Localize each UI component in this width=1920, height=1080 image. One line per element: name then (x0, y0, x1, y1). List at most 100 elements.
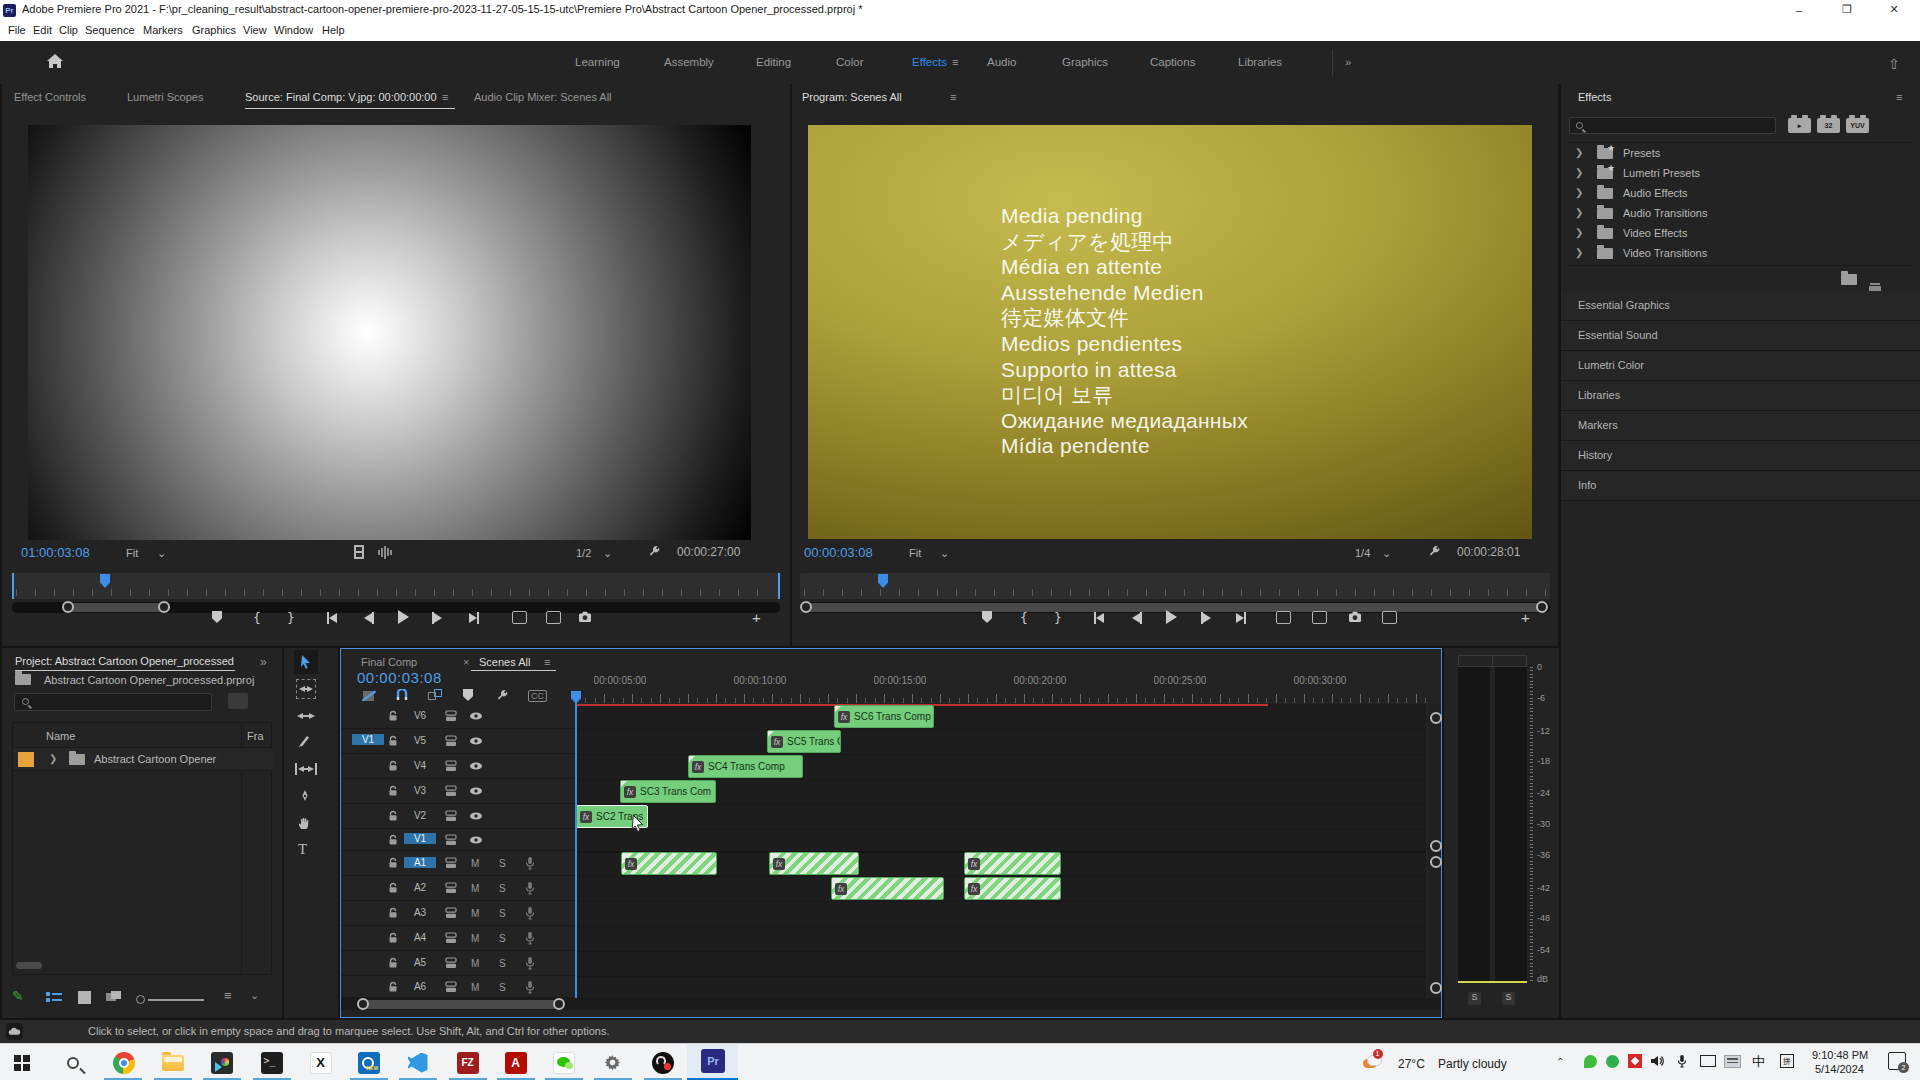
new-custom-bin-icon[interactable] (1841, 274, 1857, 285)
source-playhead[interactable] (100, 574, 110, 588)
program-mark-in-button[interactable]: { (1020, 610, 1028, 625)
lock-icon[interactable] (387, 957, 399, 969)
toggle-track-output-eye-icon[interactable] (469, 835, 483, 845)
timeline-ruler[interactable]: 00:00:05:00 00:00:10:00 00:00:15:00 00:0… (576, 673, 1426, 704)
workspace-tab-color[interactable]: Color (836, 56, 863, 68)
program-goto-out-button[interactable] (1236, 612, 1246, 624)
sync-lock-icon[interactable] (444, 710, 458, 722)
mute-button[interactable]: M (471, 908, 479, 919)
workspace-overflow-chevrons[interactable]: » (1345, 56, 1351, 68)
project-col-frame[interactable]: Fra (247, 730, 264, 742)
track-name-v3[interactable]: V3 (404, 785, 436, 796)
program-zoom-handle-right[interactable] (1536, 601, 1548, 613)
effects-bin-video-effects[interactable]: ❯Video Effects (1569, 223, 1912, 243)
tray-display-icon[interactable] (1700, 1055, 1716, 1067)
project-item-expand-icon[interactable]: ❯ (49, 753, 57, 764)
audio-clip-a1-1[interactable]: fx (621, 852, 717, 875)
terminal-color-icon[interactable] (209, 1050, 234, 1075)
lock-icon[interactable] (387, 907, 399, 919)
toggle-track-output-eye-icon[interactable] (469, 711, 483, 721)
source-goto-out-button[interactable] (469, 612, 479, 624)
menu-window[interactable]: Window (274, 24, 313, 36)
tab-effects[interactable]: Effects (1578, 91, 1611, 103)
effects-panel-menu-icon[interactable]: ≡ (1896, 91, 1902, 103)
sync-lock-icon[interactable] (444, 735, 458, 747)
workspace-tab-libraries[interactable]: Libraries (1238, 56, 1282, 68)
timeline-tab-menu-icon[interactable]: ≡ (544, 656, 550, 668)
track-name-v2[interactable]: V2 (404, 810, 436, 821)
creative-cloud-icon[interactable] (6, 1023, 23, 1040)
captions-cc-icon[interactable]: CC (528, 690, 547, 702)
timeline-settings-wrench-icon[interactable] (496, 689, 510, 703)
audio-clip-a2-2[interactable]: fx (964, 877, 1061, 900)
sync-lock-icon[interactable] (444, 907, 458, 919)
home-icon[interactable] (46, 53, 64, 69)
track-name-a1[interactable]: A1 (404, 857, 436, 868)
linked-selection-icon[interactable] (427, 689, 443, 703)
accelerated-effects-icon[interactable]: ▸ (1788, 118, 1811, 133)
weather-temp[interactable]: 27°C (1398, 1057, 1425, 1071)
panel-libraries[interactable]: Libraries (1561, 381, 1920, 411)
tray-ime-icon[interactable]: 中 (1752, 1053, 1765, 1071)
panel-history[interactable]: History (1561, 441, 1920, 471)
project-search-input[interactable] (14, 693, 212, 711)
source-video-frame[interactable] (28, 125, 751, 540)
tool-hand[interactable] (297, 816, 311, 830)
solo-button[interactable]: S (499, 958, 506, 969)
project-item-label[interactable]: Abstract Cartoon Opener (94, 753, 216, 765)
tool-razor[interactable] (297, 734, 311, 748)
timeline-vscroll[interactable] (1428, 704, 1441, 998)
tool-selection[interactable] (294, 650, 318, 674)
tray-touchpad-icon[interactable] (1724, 1055, 1741, 1068)
audio-clip-a2-1[interactable]: fx (831, 877, 944, 900)
lock-icon[interactable] (387, 981, 399, 993)
project-list-view-icon[interactable] (46, 992, 62, 1004)
solo-button[interactable]: S (499, 883, 506, 894)
source-overwrite-button[interactable] (546, 611, 561, 624)
menu-clip[interactable]: Clip (59, 24, 78, 36)
project-freeform-view-icon[interactable] (106, 991, 122, 1004)
track-name-a2[interactable]: A2 (404, 882, 436, 893)
voiceover-mic-icon[interactable] (524, 980, 536, 994)
mute-button[interactable]: M (471, 933, 479, 944)
start-button[interactable] (9, 1050, 34, 1075)
effects-bin-audio-transitions[interactable]: ❯Audio Transitions (1569, 203, 1912, 223)
acrobat-icon[interactable]: A (503, 1050, 528, 1075)
close-button[interactable]: ✕ (1879, 0, 1909, 19)
track-name-v5[interactable]: V5 (404, 735, 436, 746)
taskbar-search-icon[interactable] (60, 1050, 85, 1075)
program-scrub-bar[interactable] (800, 573, 1550, 599)
panel-essential-graphics[interactable]: Essential Graphics (1561, 291, 1920, 321)
panel-info[interactable]: Info (1561, 471, 1920, 501)
source-export-frame-icon[interactable] (578, 611, 592, 623)
source-tab-menu-icon[interactable]: ≡ (442, 91, 448, 103)
toggle-track-output-eye-icon[interactable] (469, 736, 483, 746)
mute-button[interactable]: M (471, 982, 479, 993)
tray-ime2-icon[interactable]: 拼 (1780, 1054, 1794, 1068)
project-sort-icon[interactable]: ≡ (224, 988, 232, 1003)
source-mark-out-button[interactable]: } (287, 610, 295, 625)
weather-text[interactable]: Partly cloudy (1438, 1057, 1507, 1071)
project-item-row[interactable]: ❯ Abstract Cartoon Opener (13, 748, 273, 771)
tool-pen[interactable] (298, 789, 312, 803)
program-mark-out-button[interactable]: } (1054, 610, 1062, 625)
sync-lock-icon[interactable] (444, 932, 458, 944)
sync-lock-icon[interactable] (444, 810, 458, 822)
workspace-tab-graphics[interactable]: Graphics (1062, 56, 1108, 68)
premiere-taskbar-highlight[interactable]: Pr (687, 1044, 738, 1078)
tab-project[interactable]: Project: Abstract Cartoon Opener_process… (15, 655, 234, 667)
program-comparison-view-button[interactable] (1382, 611, 1397, 624)
snap-magnet-icon[interactable] (395, 689, 409, 703)
wechat-icon[interactable] (551, 1050, 576, 1075)
solo-button[interactable]: S (499, 908, 506, 919)
capcut-icon[interactable]: X (308, 1050, 333, 1075)
track-name-a5[interactable]: A5 (404, 957, 436, 968)
panel-lumetri-color[interactable]: Lumetri Color (1561, 351, 1920, 381)
program-play-button[interactable] (1166, 610, 1177, 624)
maximize-button[interactable]: ❐ (1832, 0, 1862, 19)
settings-gear-icon[interactable] (600, 1050, 625, 1075)
program-extract-button[interactable] (1312, 611, 1327, 624)
weather-icon[interactable]: 1 (1360, 1050, 1385, 1075)
project-item-color-chip[interactable] (18, 752, 34, 767)
effects-bin-audio-effects[interactable]: ❯Audio Effects (1569, 183, 1912, 203)
